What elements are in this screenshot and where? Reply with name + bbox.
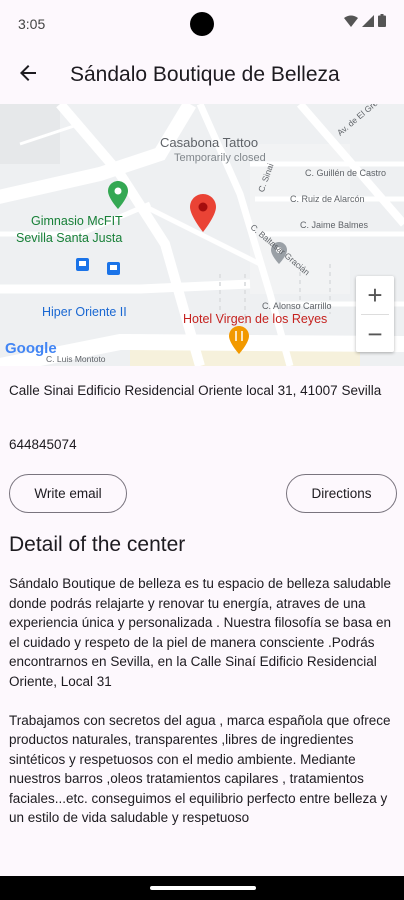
directions-button[interactable]: Directions — [286, 474, 397, 513]
street-label: C. Alonso Carrillo — [262, 301, 332, 311]
center-phone[interactable]: 644845074 — [9, 437, 77, 452]
page-title: Sándalo Boutique de Belleza — [70, 63, 340, 86]
map-label-gym-1: Gimnasio McFIT — [31, 214, 123, 228]
camera-cutout — [190, 12, 214, 36]
map-label-market: Hiper Oriente II — [42, 305, 127, 319]
street-label: C. Guillén de Castro — [305, 168, 387, 178]
zoom-out-button[interactable]: − — [356, 315, 394, 353]
map-label-tattoo: Casabona Tattoo — [160, 135, 259, 150]
system-nav-bar — [0, 876, 404, 900]
google-logo: Google — [5, 340, 57, 357]
signal-icon — [362, 14, 374, 32]
home-handle[interactable] — [150, 886, 256, 890]
back-button[interactable] — [10, 57, 46, 93]
center-address: Calle Sinai Edificio Residencial Oriente… — [9, 383, 382, 398]
arrow-back-icon — [18, 63, 38, 88]
detail-paragraph-2: Trabajamos con secretos del agua , marca… — [9, 712, 391, 826]
app-bar: Sándalo Boutique de Belleza — [0, 46, 404, 104]
status-bar: 3:05 — [0, 0, 404, 46]
battery-icon — [378, 14, 386, 32]
status-time: 3:05 — [18, 16, 46, 32]
status-icons — [344, 14, 386, 32]
map-label-gym-2: Sevilla Santa Justa — [16, 231, 123, 245]
detail-paragraph-1: Sándalo Boutique de belleza es tu espaci… — [9, 576, 392, 689]
map-view[interactable]: Casabona Tattoo Temporarily closed Gimna… — [0, 104, 404, 366]
street-label: C. Jaime Balmes — [300, 220, 369, 230]
map-label-tattoo-status: Temporarily closed — [174, 152, 266, 164]
detail-title: Detail of the center — [9, 533, 186, 556]
wifi-icon — [344, 14, 358, 32]
map-label-hotel: Hotel Virgen de los Reyes — [183, 312, 328, 326]
street-label: C. Ruiz de Alarcón — [290, 194, 365, 204]
detail-description: Sándalo Boutique de belleza es tu espaci… — [9, 574, 399, 847]
zoom-in-button[interactable]: + — [356, 276, 394, 314]
write-email-button[interactable]: Write email — [9, 474, 127, 513]
zoom-controls: + − — [356, 276, 394, 352]
